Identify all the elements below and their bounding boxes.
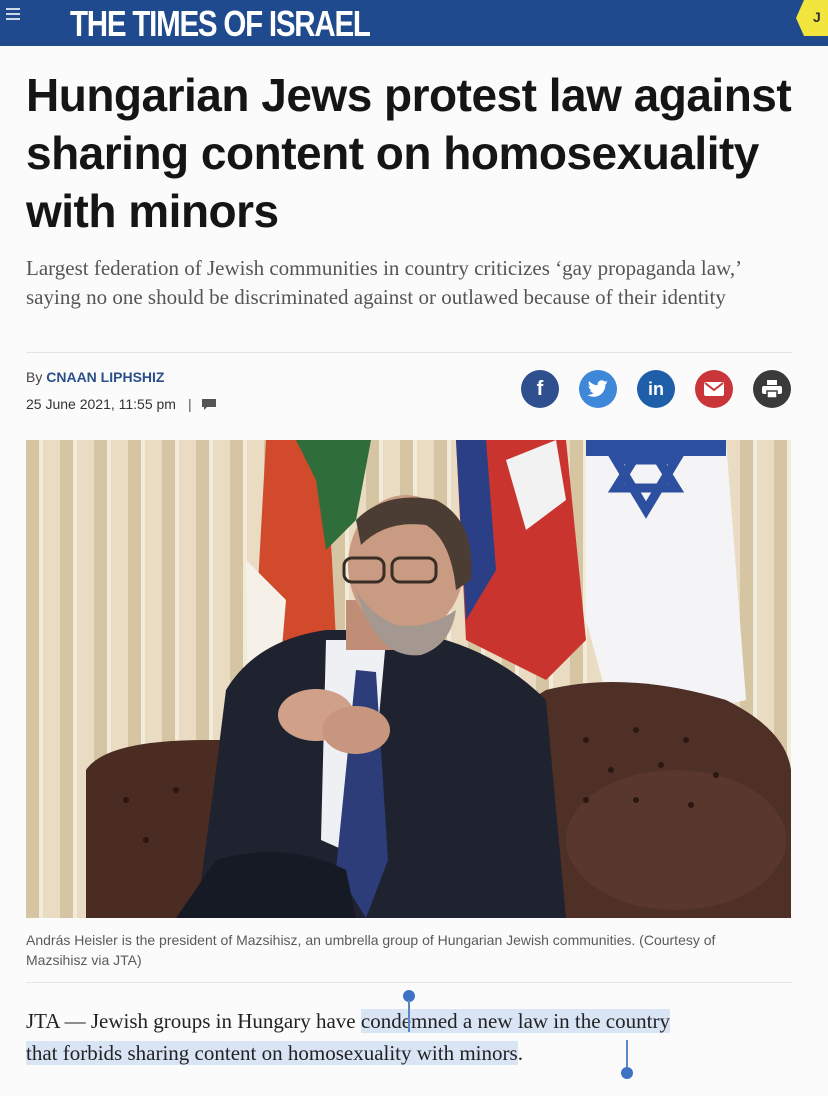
article-photo[interactable] [26, 440, 791, 918]
date-separator: | [187, 396, 192, 412]
email-share-button[interactable] [695, 370, 733, 408]
divider [26, 982, 792, 983]
chevron-left-icon [790, 0, 804, 36]
comment-icon[interactable] [201, 398, 216, 410]
twitter-share-button[interactable] [579, 370, 617, 408]
article-headline: Hungarian Jews protest law against shari… [26, 69, 792, 237]
article-subheadline: Largest federation of Jewish communities… [26, 256, 741, 309]
facebook-share-button[interactable]: f [521, 370, 559, 408]
twitter-bird-icon [587, 380, 608, 397]
author-link[interactable]: CNAAN LIPHSHIZ [46, 369, 164, 385]
site-logo[interactable]: THE TIMES OF ISRAEL [70, 4, 371, 44]
photo-caption: András Heisler is the president of Mazsi… [26, 932, 716, 968]
selection-start-caret [408, 1000, 410, 1032]
printer-icon [762, 380, 782, 398]
linkedin-icon: in [648, 378, 664, 399]
photo-illustration [26, 440, 791, 918]
envelope-icon [704, 382, 724, 396]
edge-tab[interactable] [790, 0, 828, 36]
body-text-end: . [517, 1041, 523, 1065]
edge-tab-label: J [813, 9, 821, 25]
selected-text-line-2[interactable]: that forbids sharing content on homosexu… [26, 1041, 518, 1065]
date-text: 25 June 2021, 11:55 pm [26, 396, 176, 412]
hamburger-menu-icon[interactable] [6, 8, 20, 22]
print-button[interactable] [753, 370, 791, 408]
byline: By CNAAN LIPHSHIZ [26, 369, 164, 385]
byline-prefix: By [26, 369, 43, 385]
article-body[interactable]: JTA — Jewish groups in Hungary have cond… [26, 1005, 806, 1069]
publish-date: 25 June 2021, 11:55 pm | [26, 396, 216, 412]
selection-end-caret [626, 1040, 628, 1070]
selection-end-handle[interactable] [621, 1067, 633, 1079]
divider [26, 352, 792, 353]
linkedin-share-button[interactable]: in [637, 370, 675, 408]
site-header: THE TIMES OF ISRAEL [0, 0, 828, 46]
body-text-lead: JTA — Jewish groups in Hungary have [26, 1009, 361, 1033]
facebook-icon: f [536, 377, 544, 400]
